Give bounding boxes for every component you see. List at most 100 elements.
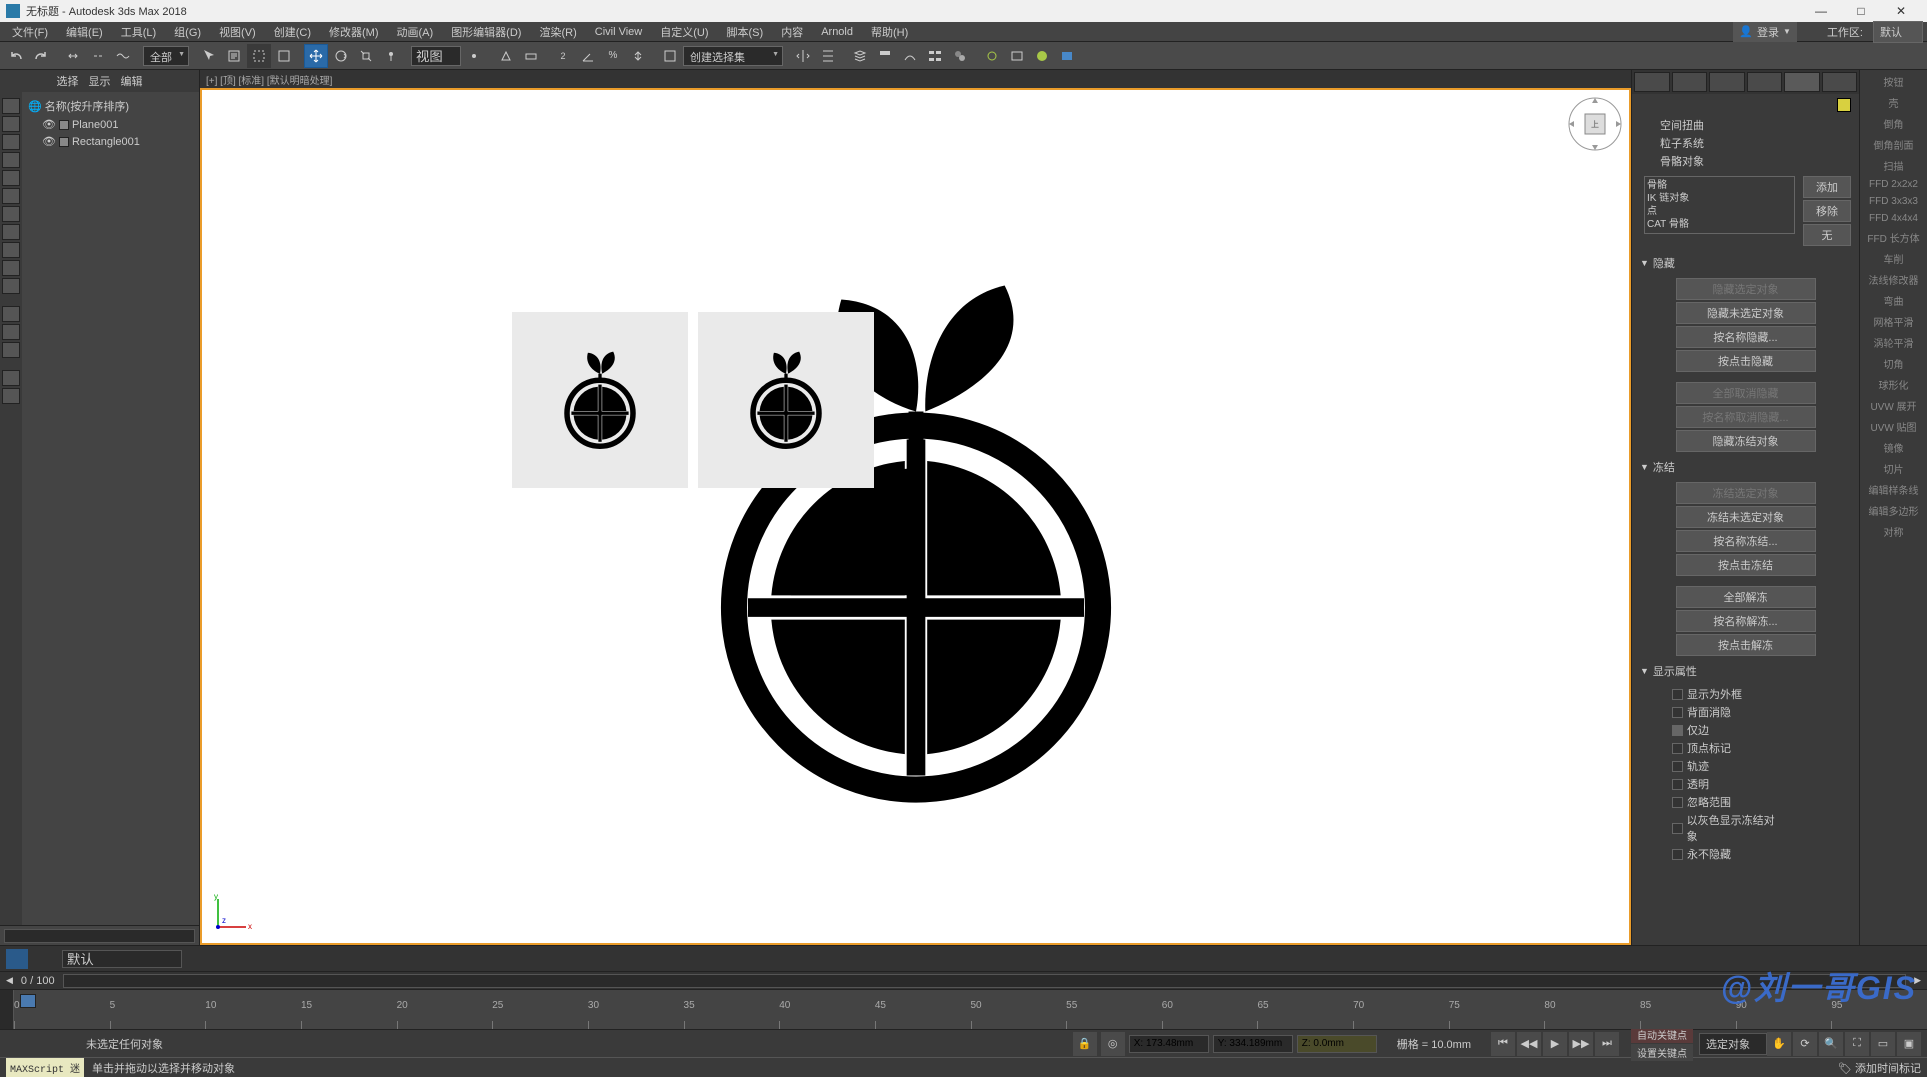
schematic-view-button[interactable] xyxy=(923,44,947,68)
mod-editspline[interactable]: 编辑样条线 xyxy=(1869,482,1919,497)
named-selection-set[interactable]: 创建选择集 xyxy=(683,46,783,66)
add-button[interactable]: 添加 xyxy=(1803,176,1851,198)
render-production-button[interactable] xyxy=(1030,44,1054,68)
menu-arnold[interactable]: Arnold xyxy=(813,24,861,40)
chk-showfrozengray[interactable]: 以灰色显示冻结对象 xyxy=(1652,812,1782,844)
tab-modify[interactable] xyxy=(1672,72,1708,92)
mod-shell[interactable]: 壳 xyxy=(1889,95,1899,110)
mod-button[interactable]: 按钮 xyxy=(1884,74,1904,89)
close-button[interactable]: ✕ xyxy=(1881,0,1921,22)
layer-name[interactable] xyxy=(62,950,182,968)
explorer-search[interactable] xyxy=(4,929,195,943)
remove-button[interactable]: 移除 xyxy=(1803,200,1851,222)
menu-create[interactable]: 创建(C) xyxy=(266,22,319,42)
scene-tree[interactable]: 🌐 名称(按升序排序) 👁 Plane001 👁 Rectangle001 xyxy=(22,92,199,925)
tab-display[interactable]: 显示 xyxy=(89,73,111,89)
display-invert-icon[interactable] xyxy=(2,342,20,358)
timeline-ruler[interactable]: 0510152025303540455055606570758085909510… xyxy=(14,990,1927,1029)
cat-spacewarp[interactable]: 空间扭曲 xyxy=(1660,116,1847,134)
goto-start-button[interactable]: ⏮ xyxy=(1491,1032,1515,1056)
selection-filter[interactable]: 全部 xyxy=(143,46,189,66)
align-button[interactable] xyxy=(816,44,840,68)
goto-end-button[interactable]: ⏭ xyxy=(1595,1032,1619,1056)
freeze-byhit-button[interactable]: 按点击冻结 xyxy=(1676,554,1816,576)
filter-bones-icon[interactable] xyxy=(2,242,20,258)
filter-cameras-icon[interactable] xyxy=(2,152,20,168)
redo-button[interactable] xyxy=(29,44,53,68)
tab-create[interactable] xyxy=(1634,72,1670,92)
coord-y[interactable] xyxy=(1213,1035,1293,1053)
pan-button[interactable]: ✋ xyxy=(1767,1032,1791,1056)
cat-particles[interactable]: 粒子系统 xyxy=(1660,134,1847,152)
mod-chamferprof[interactable]: 倒角剖面 xyxy=(1874,137,1914,152)
menu-tools[interactable]: 工具(L) xyxy=(113,22,164,42)
menu-customize[interactable]: 自定义(U) xyxy=(652,22,716,42)
viewport-top[interactable]: x y z 上 xyxy=(200,88,1631,945)
play-button[interactable]: ▶ xyxy=(1543,1032,1567,1056)
select-by-name-button[interactable] xyxy=(222,44,246,68)
coord-z[interactable] xyxy=(1297,1035,1377,1053)
mod-ffd4[interactable]: FFD 4x4x4 xyxy=(1869,213,1918,224)
freeze-unselected-button[interactable]: 冻结未选定对象 xyxy=(1676,506,1816,528)
filter-containers-icon[interactable] xyxy=(2,260,20,276)
mod-meshsmooth[interactable]: 网格平滑 xyxy=(1874,314,1914,329)
toggle-ribbon-button[interactable] xyxy=(873,44,897,68)
lock-selection-icon[interactable]: 🔒 xyxy=(1073,1032,1097,1056)
prev-frame-button[interactable]: ◀◀ xyxy=(1517,1032,1541,1056)
render-iterative-button[interactable] xyxy=(1055,44,1079,68)
mod-ffd2[interactable]: FFD 2x2x2 xyxy=(1869,179,1918,190)
chk-edgesonly[interactable]: 仅边 xyxy=(1652,722,1782,738)
timeline[interactable]: 0510152025303540455055606570758085909510… xyxy=(0,989,1927,1029)
chk-transparent[interactable]: 透明 xyxy=(1652,776,1782,792)
viewcube[interactable]: 上 xyxy=(1567,96,1623,152)
keymode-dropdown[interactable]: 选定对象 xyxy=(1699,1033,1767,1055)
tree-item-rectangle[interactable]: 👁 Rectangle001 xyxy=(24,133,197,150)
layer-active-icon[interactable] xyxy=(6,949,28,969)
refcoord-dropdown[interactable] xyxy=(411,46,461,66)
menu-help[interactable]: 帮助(H) xyxy=(863,22,916,42)
menu-edit[interactable]: 编辑(E) xyxy=(58,22,111,42)
menu-rendering[interactable]: 渲染(R) xyxy=(531,22,584,42)
eye-icon[interactable]: 👁 xyxy=(42,135,56,148)
chk-trajectory[interactable]: 轨迹 xyxy=(1652,758,1782,774)
mod-normal[interactable]: 法线修改器 xyxy=(1869,272,1919,287)
chk-novisible[interactable]: 永不隐藏 xyxy=(1652,846,1782,862)
unfreeze-all-button[interactable]: 全部解冻 xyxy=(1676,586,1816,608)
curve-editor-button[interactable] xyxy=(898,44,922,68)
timeline-toggle[interactable] xyxy=(0,990,14,1029)
filter-xrefs-icon[interactable] xyxy=(2,224,20,240)
menu-content[interactable]: 内容 xyxy=(773,22,811,42)
mod-slice[interactable]: 切角 xyxy=(1884,356,1904,371)
snap-2d-button[interactable]: 2 xyxy=(551,44,575,68)
undo-button[interactable] xyxy=(4,44,28,68)
hide-byhit-button[interactable]: 按点击隐藏 xyxy=(1676,350,1816,372)
mod-spherify[interactable]: 球形化 xyxy=(1879,377,1909,392)
snap-angle-button[interactable] xyxy=(576,44,600,68)
layer-explorer-button[interactable] xyxy=(848,44,872,68)
mod-ffd3[interactable]: FFD 3x3x3 xyxy=(1869,196,1918,207)
zoom-button[interactable]: 🔍 xyxy=(1819,1032,1843,1056)
mirror-button[interactable] xyxy=(791,44,815,68)
mod-lathe[interactable]: 车削 xyxy=(1884,251,1904,266)
mod-editpoly[interactable]: 编辑多边形 xyxy=(1869,503,1919,518)
rendered-frame-button[interactable] xyxy=(1005,44,1029,68)
use-pivot-button[interactable] xyxy=(462,44,486,68)
bind-spacewarp-button[interactable] xyxy=(111,44,135,68)
select-place-button[interactable] xyxy=(379,44,403,68)
hide-by-category-box[interactable]: 骨骼 IK 链对象 点 CAT 骨骼 xyxy=(1644,176,1795,234)
hide-byname-button[interactable]: 按名称隐藏... xyxy=(1676,326,1816,348)
hide-unselected-button[interactable]: 隐藏未选定对象 xyxy=(1676,302,1816,324)
menu-animation[interactable]: 动画(A) xyxy=(389,22,442,42)
tab-motion[interactable] xyxy=(1747,72,1783,92)
minimize-button[interactable]: — xyxy=(1801,0,1841,22)
viewport-label[interactable]: [+] [顶] [标准] [默认明暗处理] xyxy=(200,70,1631,88)
tab-hierarchy[interactable] xyxy=(1709,72,1745,92)
select-scale-button[interactable] xyxy=(354,44,378,68)
menu-modifiers[interactable]: 修改器(M) xyxy=(321,22,387,42)
menu-scripting[interactable]: 脚本(S) xyxy=(719,22,772,42)
next-frame-button[interactable]: ▶▶ xyxy=(1569,1032,1593,1056)
spinner-snap-button[interactable] xyxy=(626,44,650,68)
unlink-button[interactable] xyxy=(86,44,110,68)
tree-item-plane[interactable]: 👁 Plane001 xyxy=(24,116,197,133)
chk-seethrough[interactable]: 显示为外框 xyxy=(1652,686,1782,702)
